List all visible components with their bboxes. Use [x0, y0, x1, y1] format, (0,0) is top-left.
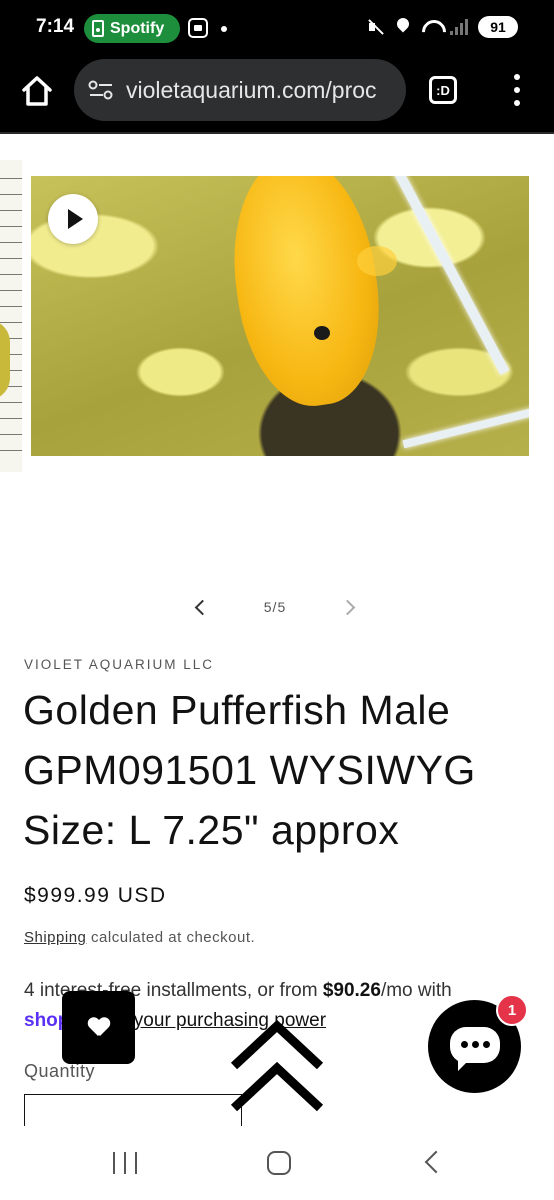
shipping-text: calculated at checkout. — [86, 929, 256, 946]
back-icon[interactable] — [424, 1150, 448, 1174]
quantity-label: Quantity — [24, 1061, 96, 1081]
tank-light-rod — [392, 176, 510, 375]
heart-icon — [88, 1018, 108, 1038]
browser-toolbar: violetaquarium.com/proc :D — [0, 56, 554, 134]
system-navigation-bar — [0, 1126, 554, 1200]
product-price: $999.99 USD — [24, 884, 167, 907]
chevron-left-icon[interactable] — [190, 596, 212, 618]
scroll-to-top-icon[interactable] — [228, 1016, 326, 1114]
more-menu-icon[interactable] — [512, 74, 522, 106]
address-bar[interactable]: violetaquarium.com/proc — [74, 59, 406, 121]
tank-light-rod — [402, 401, 529, 449]
home-nav-icon[interactable] — [267, 1151, 291, 1175]
product-vendor: VIOLET AQUARIUM LLC — [24, 657, 215, 672]
battery-indicator: 91 — [478, 16, 518, 38]
product-video[interactable] — [31, 176, 529, 456]
signal-icon — [450, 19, 468, 35]
status-time: 7:14 — [36, 16, 75, 37]
previous-media-thumbnail[interactable] — [0, 160, 22, 472]
screen-record-icon — [188, 18, 208, 38]
mute-icon — [366, 18, 384, 36]
speaker-icon — [92, 20, 104, 37]
site-settings-icon[interactable] — [88, 79, 114, 101]
wifi-icon — [422, 18, 440, 36]
fish-fin — [357, 246, 397, 276]
chat-unread-badge: 1 — [496, 994, 528, 1026]
spotify-label: Spotify — [110, 19, 165, 37]
url-text: violetaquarium.com/proc — [126, 76, 377, 103]
installments-suffix: /mo with — [380, 980, 452, 1001]
product-title: Golden Pufferfish Male GPM091501 WYSIWYG… — [23, 687, 476, 853]
shipping-link[interactable]: Shipping — [24, 929, 86, 946]
location-icon — [394, 18, 412, 36]
play-icon[interactable] — [48, 194, 98, 244]
pufferfish-image — [219, 176, 393, 415]
notification-dot-icon — [221, 26, 227, 32]
slide-counter: 5/5 — [263, 599, 287, 615]
installments-amount: $90.26 — [322, 980, 381, 1001]
gallery-pagination: 5/5 — [190, 594, 360, 620]
fish-eye — [314, 326, 330, 340]
ruler-image — [0, 178, 22, 458]
spotify-notification-chip: Spotify — [84, 14, 180, 43]
wishlist-button[interactable] — [62, 991, 135, 1064]
home-icon[interactable] — [20, 74, 54, 108]
status-icons: 91 — [366, 16, 518, 38]
tab-switcher-button[interactable]: :D — [429, 76, 457, 104]
shipping-note: Shipping calculated at checkout. — [24, 929, 255, 946]
chat-bubble-icon — [450, 1027, 500, 1071]
recents-icon[interactable] — [113, 1152, 137, 1174]
chevron-right-icon[interactable] — [338, 596, 360, 618]
status-bar: 7:14 Spotify 91 — [0, 0, 554, 56]
